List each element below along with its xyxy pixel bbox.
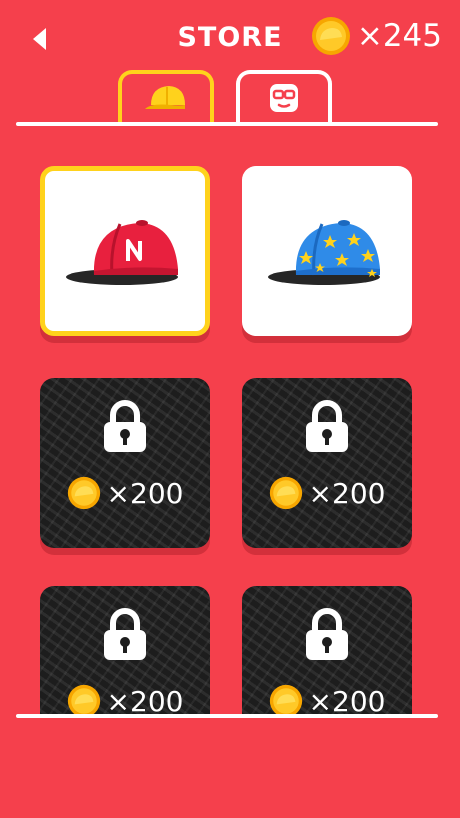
lock-icon	[306, 608, 348, 660]
lock-icon	[306, 400, 348, 452]
price-tag: ×200	[242, 476, 412, 510]
lock-icon	[104, 608, 146, 660]
coin-balance: ×245	[311, 14, 442, 58]
coin-icon	[269, 476, 302, 510]
price-tag: ×200	[242, 684, 412, 714]
locked-item-card[interactable]: ×200	[40, 586, 210, 714]
price-amount: ×200	[308, 476, 386, 510]
glasses-face-icon	[270, 84, 298, 112]
coin-icon	[311, 17, 350, 55]
price-tag: ×200	[40, 476, 210, 510]
price-tag: ×200	[40, 684, 210, 714]
item-card-red-cap[interactable]	[40, 166, 210, 336]
locked-item-card[interactable]: ×200	[40, 378, 210, 548]
price-amount: ×200	[106, 684, 184, 715]
coin-icon	[67, 476, 100, 510]
locked-item-card[interactable]: ×200	[242, 378, 412, 548]
tab-glasses[interactable]	[236, 70, 332, 122]
red-cap-image	[66, 220, 178, 285]
lock-icon	[104, 400, 146, 452]
price-amount: ×200	[308, 684, 386, 715]
locked-item-card[interactable]: ×200	[242, 586, 412, 714]
item-card-blue-star-cap[interactable]	[242, 166, 412, 336]
blue-star-cap-image	[268, 220, 380, 285]
coin-count: ×245	[356, 18, 442, 54]
bottom-divider	[16, 714, 438, 718]
item-grid: ×200 ×200 ×200 ×200	[0, 124, 460, 714]
price-amount: ×200	[106, 476, 184, 510]
coin-icon	[67, 684, 100, 714]
coin-icon	[269, 684, 302, 714]
tab-hats[interactable]	[118, 70, 214, 122]
header: STORE ×245	[0, 0, 460, 75]
cap-icon	[145, 86, 185, 109]
